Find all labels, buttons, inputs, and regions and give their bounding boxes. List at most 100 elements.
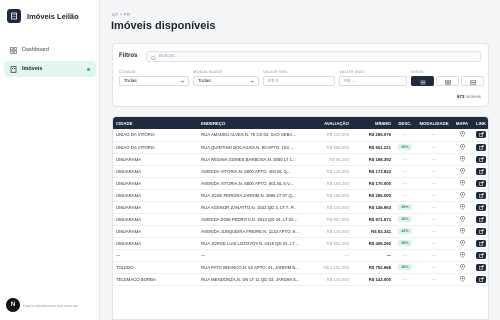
external-link-button[interactable] bbox=[476, 155, 486, 163]
chevron-down-icon bbox=[180, 79, 185, 86]
external-link-button[interactable] bbox=[476, 167, 486, 175]
cell-cidade: TELEMACO BORBA bbox=[116, 276, 156, 282]
cell-endereco: RUA REGINA GOMES BARBOSA,N. 3050 LT 1... bbox=[201, 156, 296, 162]
map-pin-icon[interactable] bbox=[459, 143, 465, 150]
list-view-button[interactable] bbox=[411, 76, 434, 86]
cell-endereco: AVENIDA VITORIA,N. 5800 APTO. 601 BL 5 V… bbox=[201, 180, 294, 186]
valor-max-input[interactable]: R$ ... bbox=[339, 76, 407, 86]
cell-endereco: RUA JORGE LUIZ LOZOVOY,N. 4415 QD 01, LT… bbox=[201, 240, 300, 246]
avatar[interactable]: N bbox=[6, 298, 20, 312]
map-pin-icon[interactable] bbox=[459, 239, 465, 246]
cell-minimo: R$ 571.671 bbox=[368, 216, 391, 222]
empty-discount: — bbox=[402, 156, 408, 162]
cell-desc: — bbox=[394, 165, 416, 177]
cell-avaliacao: R$ 223.000 bbox=[326, 132, 349, 138]
external-link-button[interactable] bbox=[476, 191, 486, 199]
cell-endereco: RUA JOSE PEREIRA JARDIM,N. 3595 LT 07 Q.… bbox=[201, 192, 296, 198]
cell-avaliacao: R$ 965.000 bbox=[326, 144, 349, 150]
map-pin-icon[interactable] bbox=[459, 179, 465, 186]
cell-avaliacao: R$ 1.191.000 bbox=[323, 264, 349, 270]
cell-avaliacao: R$ 904.483 bbox=[326, 240, 349, 246]
cell-mapa bbox=[452, 237, 472, 249]
cell-cidade: UMUARAMA bbox=[116, 192, 142, 198]
external-link-button[interactable] bbox=[476, 143, 486, 151]
column-header-desc[interactable]: DESC. bbox=[394, 117, 416, 129]
external-link-button[interactable] bbox=[476, 215, 486, 223]
cell-cidade: UMUARAMA bbox=[116, 156, 142, 162]
table-row[interactable]: TELEMACO BORBA RUA MENDONZA,N. SN LT 11 Q… bbox=[113, 273, 488, 285]
map-pin-icon[interactable] bbox=[459, 227, 465, 234]
search-input[interactable] bbox=[159, 54, 479, 59]
map-pin-icon[interactable] bbox=[459, 275, 465, 282]
cell-minimo: R$ 265.000 bbox=[368, 192, 391, 198]
external-link-button[interactable] bbox=[476, 227, 486, 235]
external-link-button[interactable] bbox=[476, 179, 486, 187]
sidebar-item-imoveis[interactable]: Imóveis bbox=[4, 61, 96, 77]
modalidade-value: Todas bbox=[198, 78, 211, 84]
search-box[interactable] bbox=[146, 51, 481, 62]
cell-cidade: UMUARAMA bbox=[116, 180, 142, 186]
table-row[interactable]: UMUARAMA AVENIDA VITORIA,N. 5800 APTO. 40… bbox=[113, 165, 488, 177]
table-row[interactable]: UMUARAMA AVENIDA DOM PEDRO II,N. 3013 QD … bbox=[113, 213, 488, 225]
table-row[interactable]: UMUARAMA RUA AGENOR ZANATTO,N. 1533 QD 3,… bbox=[113, 201, 488, 213]
cell-mapa bbox=[452, 213, 472, 225]
external-link-button[interactable] bbox=[476, 239, 486, 247]
external-link-button[interactable] bbox=[476, 263, 486, 271]
table-row[interactable]: TOLEDO RUA PATO BRANCO,N. 52 APTO. 01, JA… bbox=[113, 261, 488, 273]
column-header-cidade[interactable]: CIDADE bbox=[113, 117, 198, 129]
column-header-endereco[interactable]: ENDEREÇO bbox=[198, 117, 308, 129]
active-indicator bbox=[87, 67, 90, 71]
external-link-button[interactable] bbox=[476, 275, 486, 283]
external-link-button[interactable] bbox=[476, 203, 486, 211]
app-name: Imóveis Leilão bbox=[27, 11, 79, 21]
brand[interactable]: Imóveis Leilão bbox=[7, 9, 79, 23]
results-count-suffix: imóveis bbox=[464, 94, 481, 99]
map-pin-icon[interactable] bbox=[459, 131, 465, 138]
cell-desc: — bbox=[394, 177, 416, 189]
external-link-icon bbox=[478, 264, 484, 270]
cell-desc: — bbox=[394, 249, 416, 261]
cell-desc: 55% bbox=[394, 237, 416, 249]
table-row[interactable]: — — — — — — bbox=[113, 249, 488, 261]
map-pin-icon[interactable] bbox=[459, 203, 465, 210]
map-pin-icon[interactable] bbox=[459, 191, 465, 198]
map-pin-icon[interactable] bbox=[459, 215, 465, 222]
grid-view-button[interactable] bbox=[436, 76, 459, 86]
table-row[interactable]: UMUARAMA RUA JORGE LUIZ LOZOVOY,N. 4415 Q… bbox=[113, 237, 488, 249]
card-view-button[interactable] bbox=[461, 76, 484, 86]
cidade-select[interactable]: Todas bbox=[119, 76, 189, 86]
modalidade-select[interactable]: Todas bbox=[193, 76, 259, 86]
cell-endereco: RUA QUINTINO BOCAIUVA,N. 90 APTO. 103, .… bbox=[201, 144, 295, 150]
column-header-avaliacao[interactable]: AVALIAÇÃO bbox=[308, 117, 352, 129]
cell-avaliacao: R$ 143.000 bbox=[326, 276, 349, 282]
cell-link bbox=[472, 189, 488, 201]
table-row[interactable]: UMUARAMA AVENIDA VITORIA,N. 5800 APTO. 60… bbox=[113, 177, 488, 189]
column-header-modalidade[interactable]: MODALIDADE bbox=[416, 117, 452, 129]
table-row[interactable]: UMUARAMA RUA JOSE PEREIRA JARDIM,N. 3595 … bbox=[113, 189, 488, 201]
valor-max-placeholder: R$ ... bbox=[344, 78, 356, 84]
chevron-down-icon bbox=[250, 79, 255, 86]
cell-avaliacao: R$ 240.000 bbox=[326, 204, 349, 210]
valor-min-input[interactable]: R$ 0 bbox=[263, 76, 335, 86]
cell-minimo: R$ 173.822 bbox=[368, 168, 391, 174]
map-pin-icon[interactable] bbox=[459, 263, 465, 270]
cell-endereco: AVENIDA VITORIA,N. 5800 APTO. 404 BL Q..… bbox=[201, 168, 291, 174]
cell-endereco: RUA MENDONZA,N. SN LT 11 QD 03, JARDIM S… bbox=[201, 276, 300, 282]
map-pin-icon[interactable] bbox=[459, 155, 465, 162]
table-row[interactable]: UNIAO DA VITORIA RUA QUINTINO BOCAIUVA,N.… bbox=[113, 141, 488, 153]
table-row[interactable]: UMUARAMA AVENIDA JUNQUEIRA FREIRE,N. 1133… bbox=[113, 225, 488, 237]
map-pin-icon[interactable] bbox=[459, 167, 465, 174]
external-link-button[interactable] bbox=[476, 251, 486, 259]
map-pin-icon[interactable] bbox=[459, 251, 465, 258]
external-link-icon bbox=[478, 228, 484, 234]
table-row[interactable]: UNIAO DA VITORIA RUA AMADEU ALVES,N. 75 C… bbox=[113, 129, 488, 141]
empty-discount: — bbox=[402, 168, 408, 174]
sidebar-item-dashboard[interactable]: Dashboard bbox=[4, 42, 96, 58]
discount-badge: 30% bbox=[398, 144, 412, 150]
cell-modalidade: — bbox=[431, 252, 437, 258]
column-header-minimo[interactable]: MÍNIMO bbox=[352, 117, 394, 129]
table-row[interactable]: UMUARAMA RUA REGINA GOMES BARBOSA,N. 3050… bbox=[113, 153, 488, 165]
external-link-button[interactable] bbox=[476, 131, 486, 139]
cell-link bbox=[472, 213, 488, 225]
cell-endereco: — bbox=[201, 252, 206, 258]
